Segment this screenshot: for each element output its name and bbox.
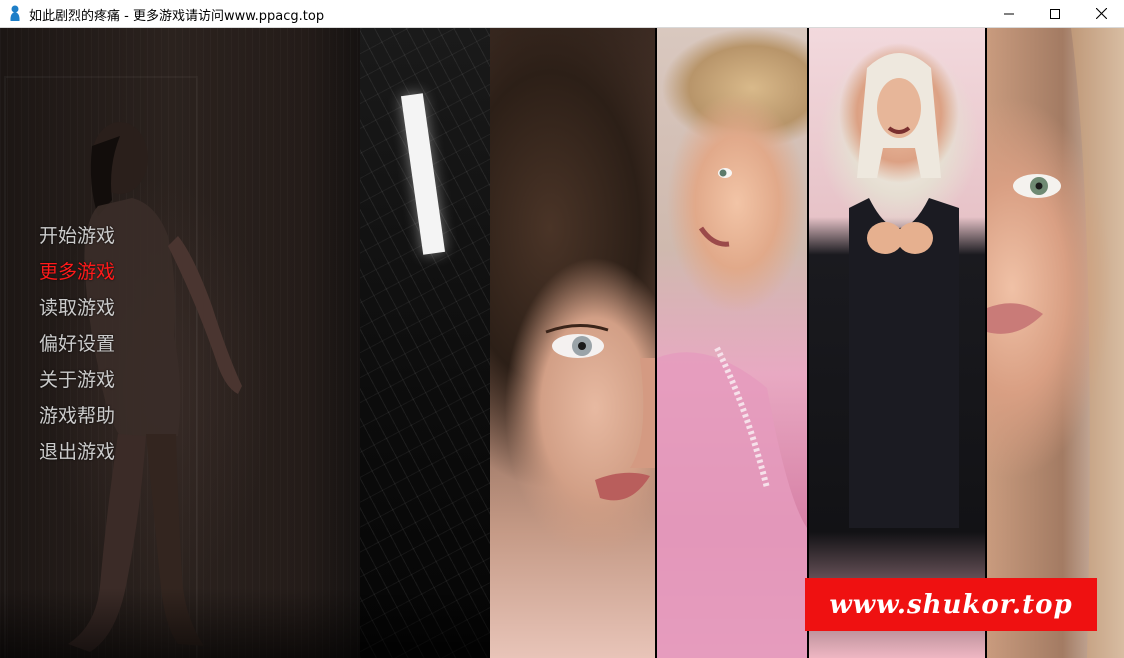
close-icon [1095,8,1107,19]
character-portrait-blonde-updo [657,28,807,658]
game-main-menu-screen: 开始游戏 更多游戏 读取游戏 偏好设置 关于游戏 游戏帮助 退出游戏 www.s… [0,28,1124,658]
menu-about[interactable]: 关于游戏 [39,366,115,402]
menu-quit[interactable]: 退出游戏 [39,438,115,474]
close-button[interactable] [1078,0,1124,27]
portrait-face-blonde [657,168,807,658]
portrait-figure-platinum [849,53,959,528]
portrait-face-brunette [545,323,655,501]
menu-more-games[interactable]: 更多游戏 [39,258,115,294]
character-portrait-platinum-blonde [809,28,985,658]
menu-start-game[interactable]: 开始游戏 [39,222,115,258]
floor-shadow [0,588,490,658]
menu-help[interactable]: 游戏帮助 [39,402,115,438]
maximize-button[interactable] [1032,0,1078,27]
menu-load-game[interactable]: 读取游戏 [39,294,115,330]
window-title: 如此剧烈的疼痛 - 更多游戏请访问www.ppacg.top [29,9,325,24]
maximize-icon [1050,8,1060,19]
minimize-icon [1004,13,1014,14]
menu-preferences[interactable]: 偏好设置 [39,330,115,366]
minimize-button[interactable] [986,0,1032,27]
character-portrait-brunette [490,28,655,658]
character-portrait-closeup [987,28,1124,658]
watermark-banner: www.shukor.top [805,578,1097,631]
window-titlebar: 如此剧烈的疼痛 - 更多游戏请访问www.ppacg.top [0,0,1124,28]
main-menu: 开始游戏 更多游戏 读取游戏 偏好设置 关于游戏 游戏帮助 退出游戏 [39,222,115,474]
watermark-text: www.shukor.top [829,589,1073,620]
app-icon [10,5,20,21]
portrait-face-closeup [987,28,1124,658]
